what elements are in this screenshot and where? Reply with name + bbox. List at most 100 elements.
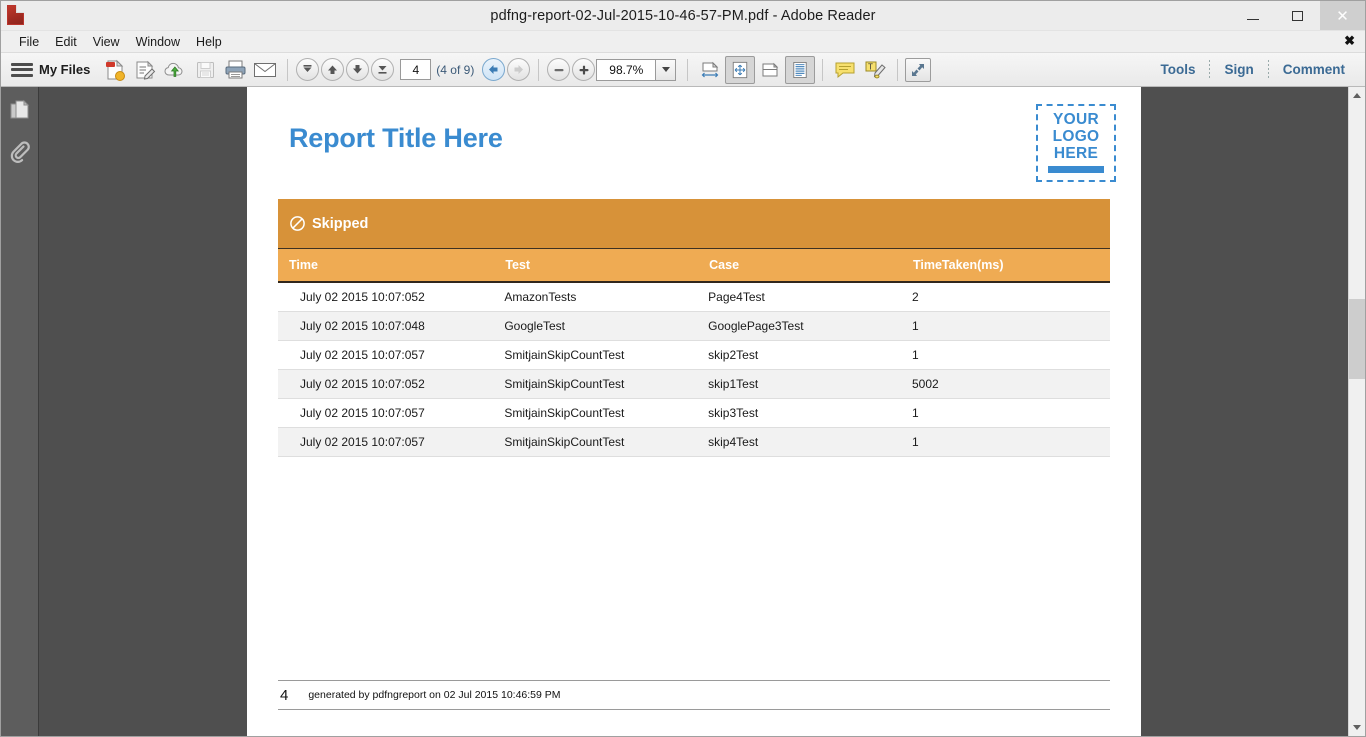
skipped-results-table: Time Test Case TimeTaken(ms) July 02 201… [278, 249, 1110, 457]
tools-button[interactable]: Tools [1146, 62, 1209, 77]
logo-line-1: YOUR [1053, 111, 1099, 128]
title-bar: pdfng-report-02-Jul-2015-10-46-57-PM.pdf… [1, 1, 1365, 31]
toolbar-separator [897, 58, 899, 81]
attachments-icon[interactable] [7, 139, 33, 165]
page-display-icon[interactable] [785, 55, 816, 84]
window-title: pdfng-report-02-Jul-2015-10-46-57-PM.pdf… [490, 7, 876, 24]
previous-view-icon[interactable] [482, 58, 506, 81]
zoom-dropdown-button[interactable] [656, 58, 677, 81]
hamburger-icon[interactable] [11, 61, 33, 79]
cell-time: July 02 2015 10:07:057 [278, 398, 495, 428]
close-document-icon[interactable]: ✖ [1344, 34, 1355, 48]
pdf-file-icon [7, 4, 29, 27]
minimize-button[interactable] [1230, 1, 1275, 30]
zoom-in-icon[interactable] [572, 58, 596, 81]
read-mode-icon[interactable] [905, 57, 932, 82]
cell-test: SmitjainSkipCountTest [494, 398, 699, 428]
menu-item-file[interactable]: File [11, 34, 47, 50]
panel-header: Skipped [278, 199, 1110, 249]
menu-item-edit[interactable]: Edit [47, 34, 85, 50]
cell-time: July 02 2015 10:07:057 [278, 427, 495, 457]
cell-test: GoogleTest [494, 311, 699, 341]
cell-test: SmitjainSkipCountTest [494, 369, 699, 399]
cell-case: GooglePage3Test [698, 311, 902, 341]
logo-line-2: LOGO [1052, 128, 1100, 145]
skipped-panel: Skipped Time Test Case TimeTaken(ms) Jul… [278, 199, 1110, 457]
column-header-time: Time [278, 249, 495, 283]
table-row: July 02 2015 10:07:048 GoogleTest Google… [278, 311, 1110, 341]
scroll-up-icon[interactable] [1348, 87, 1365, 104]
close-button[interactable]: ✕ [1320, 1, 1365, 30]
pdf-viewport[interactable]: Report Title Here YOUR LOGO HERE Skipped… [39, 87, 1348, 736]
page-title: Report Title Here [289, 123, 503, 153]
cell-timetaken: 1 [901, 311, 1110, 341]
cell-test: AmazonTests [494, 282, 699, 312]
toolbar-separator [822, 58, 824, 81]
no-entry-skipped-icon [289, 215, 306, 232]
fit-page-icon[interactable] [725, 55, 756, 84]
menu-bar: File Edit View Window Help ✖ [1, 31, 1365, 53]
email-icon[interactable] [250, 56, 280, 84]
table-row: July 02 2015 10:07:057 SmitjainSkipCount… [278, 340, 1110, 370]
column-header-case: Case [698, 249, 902, 283]
table-row: July 02 2015 10:07:057 SmitjainSkipCount… [278, 427, 1110, 457]
sticky-note-icon[interactable] [830, 56, 860, 84]
cell-time: July 02 2015 10:07:052 [278, 369, 495, 399]
cell-case: skip1Test [698, 369, 902, 399]
maximize-button[interactable] [1275, 1, 1320, 30]
upload-cloud-icon[interactable] [160, 56, 190, 84]
fit-visible-icon[interactable] [755, 56, 785, 84]
page-number-input[interactable]: 4 [400, 59, 432, 80]
next-view-icon[interactable] [507, 58, 531, 81]
zoom-level-input[interactable]: 98.7% [596, 58, 657, 81]
panel-status-label: Skipped [312, 215, 369, 232]
create-pdf-icon[interactable] [100, 56, 130, 84]
footer-page-number: 4 [280, 686, 289, 704]
scrollbar-track[interactable] [1348, 104, 1365, 719]
toolbar-separator [287, 58, 289, 81]
page-footer: 4 generated by pdfngreport on 02 Jul 201… [278, 680, 1110, 710]
scrollbar-thumb[interactable] [1348, 299, 1365, 379]
cell-timetaken: 1 [901, 340, 1110, 370]
cell-test: SmitjainSkipCountTest [494, 427, 699, 457]
cell-time: July 02 2015 10:07:057 [278, 340, 495, 370]
footer-generated-text: generated by pdfngreport on 02 Jul 2015 … [308, 689, 561, 701]
vertical-scrollbar[interactable] [1348, 87, 1365, 736]
page-thumbnails-icon[interactable] [7, 97, 33, 123]
cell-case: skip2Test [698, 340, 902, 370]
table-row: July 02 2015 10:07:057 SmitjainSkipCount… [278, 398, 1110, 428]
logo-placeholder: YOUR LOGO HERE [1036, 104, 1116, 182]
scroll-down-icon[interactable] [1348, 719, 1365, 736]
highlight-text-icon[interactable]: T [860, 56, 890, 84]
pdf-page: Report Title Here YOUR LOGO HERE Skipped… [247, 87, 1141, 736]
first-page-icon[interactable] [296, 58, 320, 81]
table-row: July 02 2015 10:07:052 AmazonTests Page4… [278, 282, 1110, 312]
toolbar-right-links: Tools Sign Comment [1146, 53, 1359, 86]
cell-case: skip4Test [698, 427, 902, 457]
comment-button[interactable]: Comment [1269, 62, 1359, 77]
toolbar-separator [538, 58, 540, 81]
table-header-row: Time Test Case TimeTaken(ms) [278, 249, 1110, 283]
chevron-down-icon [661, 67, 670, 72]
toolbar-separator [687, 58, 689, 81]
cell-timetaken: 2 [901, 282, 1110, 312]
menu-item-help[interactable]: Help [188, 34, 230, 50]
print-icon[interactable] [220, 56, 250, 84]
table-row: July 02 2015 10:07:052 SmitjainSkipCount… [278, 369, 1110, 399]
column-header-timetaken: TimeTaken(ms) [901, 249, 1110, 283]
menu-item-view[interactable]: View [85, 34, 128, 50]
my-files-label[interactable]: My Files [39, 62, 90, 77]
edit-pdf-icon[interactable] [130, 56, 160, 84]
fit-width-icon[interactable] [695, 56, 725, 84]
window-controls: ✕ [1230, 1, 1365, 30]
main-toolbar: My Files 4 (4 of 9) 98.7% T Tools Sign C… [1, 53, 1365, 87]
sign-button[interactable]: Sign [1210, 62, 1267, 77]
navigation-pane [1, 87, 39, 736]
page-count-label: (4 of 9) [436, 62, 475, 77]
last-page-icon[interactable] [371, 58, 395, 81]
zoom-out-icon[interactable] [547, 58, 571, 81]
next-page-icon[interactable] [346, 58, 370, 81]
previous-page-icon[interactable] [321, 58, 345, 81]
menu-item-window[interactable]: Window [128, 34, 188, 50]
save-icon[interactable] [190, 56, 220, 84]
